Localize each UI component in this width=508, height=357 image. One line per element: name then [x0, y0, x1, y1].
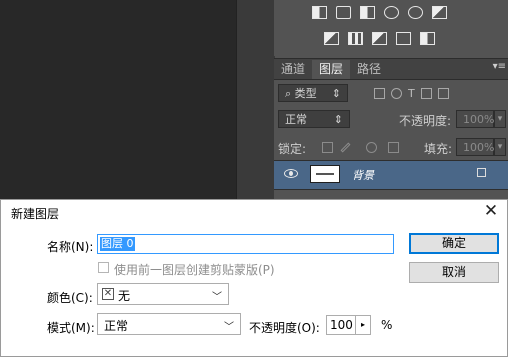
opacity-label: 不透明度(O):	[249, 321, 320, 335]
tab-paths[interactable]: 路径	[350, 60, 388, 79]
lock-all-icon[interactable]	[388, 142, 399, 153]
percent-sign: %	[381, 318, 393, 332]
layer-name[interactable]: 背景	[352, 167, 374, 183]
mode-label: 模式(M):	[47, 321, 95, 335]
opacity-value: 100	[330, 318, 353, 332]
lock-label: 锁定:	[278, 142, 307, 156]
posterize-icon[interactable]	[420, 32, 435, 45]
lock-row: 锁定: 填充: 100% ▾	[278, 138, 506, 157]
close-icon[interactable]: ✕	[481, 200, 501, 222]
photo-filter-icon[interactable]	[324, 32, 339, 45]
hue-saturation-icon[interactable]	[432, 6, 447, 19]
channel-mixer-icon[interactable]	[348, 32, 363, 45]
tab-channels[interactable]: 通道	[274, 60, 312, 79]
blend-mode-value: 正常	[285, 113, 307, 126]
mode-value: 正常	[104, 319, 129, 333]
opacity-input[interactable]: 100	[326, 315, 356, 335]
curves-icon[interactable]	[360, 6, 375, 19]
visibility-eye-icon[interactable]	[284, 169, 298, 178]
search-icon: ⌕	[285, 87, 292, 100]
lock-brush-icon[interactable]	[340, 142, 351, 153]
chevron-down-icon: ﹀	[212, 292, 222, 303]
exposure-icon[interactable]	[384, 6, 399, 19]
type-filter-icon[interactable]: T	[408, 87, 415, 100]
tab-layers[interactable]: 图层	[312, 60, 351, 79]
fill-field[interactable]: 100%	[456, 138, 494, 156]
clip-mask-checkbox[interactable]	[98, 262, 109, 273]
panel-tabs: 通道 图层 路径	[274, 59, 508, 80]
ok-button[interactable]: 确定	[409, 233, 499, 254]
brightness-contrast-icon[interactable]	[312, 6, 327, 19]
invert-icon[interactable]	[396, 32, 411, 45]
color-select[interactable]: ✕ 无 ﹀	[97, 283, 229, 305]
new-layer-dialog: 新建图层 ✕ 名称(N): 图层 0 使用前一图层创建剪贴蒙版(P) 颜色(C)…	[0, 199, 508, 357]
filter-kind-select[interactable]: ⌕ 类型 ⇕	[278, 84, 348, 102]
adjustment-filter-icon[interactable]	[391, 87, 402, 99]
smart-object-filter-icon[interactable]	[437, 87, 449, 99]
lock-icon	[477, 168, 486, 177]
lock-move-icon[interactable]	[366, 142, 377, 153]
no-color-icon: ✕	[102, 288, 114, 300]
shape-filter-icon[interactable]	[420, 87, 432, 99]
color-lookup-icon[interactable]	[372, 32, 387, 45]
adjustments-panel	[274, 0, 508, 56]
vibrance-icon[interactable]	[408, 6, 423, 19]
chevron-updown-icon: ⇕	[333, 113, 343, 126]
cancel-button[interactable]: 取消	[409, 262, 499, 283]
fill-label: 填充:	[424, 142, 453, 156]
opacity-label: 不透明度:	[399, 114, 452, 128]
name-label: 名称(N):	[47, 240, 94, 254]
chevron-down-icon: ﹀	[224, 322, 234, 333]
layer-thumbnail	[310, 165, 340, 183]
name-input[interactable]: 图层 0	[97, 234, 394, 254]
chevron-updown-icon: ⇕	[331, 87, 341, 100]
layer-filter-row: ⌕ 类型 ⇕ T	[278, 83, 449, 103]
name-value: 图层 0	[100, 237, 135, 251]
clip-mask-label: 使用前一图层创建剪贴蒙版(P)	[114, 263, 275, 277]
layer-row-background[interactable]: 背景	[274, 160, 508, 190]
blend-row: 正常 ⇕ 不透明度: 100% ▾	[278, 110, 506, 130]
filter-kind-value: 类型	[294, 87, 317, 100]
levels-icon[interactable]	[336, 6, 351, 19]
pixel-filter-icon[interactable]	[374, 87, 385, 99]
mode-select[interactable]: 正常 ﹀	[97, 313, 241, 335]
panel-menu-icon[interactable]: ▾≡	[493, 61, 506, 72]
blend-mode-select[interactable]: 正常 ⇕	[278, 110, 350, 128]
color-value: 无	[118, 289, 131, 303]
opacity-stepper-arrow[interactable]: ▸	[355, 315, 371, 335]
opacity-field[interactable]: 100%	[456, 110, 494, 128]
color-label: 颜色(C):	[47, 291, 93, 305]
chevron-down-icon[interactable]: ▾	[494, 138, 506, 156]
dialog-title: 新建图层	[11, 207, 60, 221]
lock-transparent-icon[interactable]	[322, 142, 333, 153]
chevron-down-icon[interactable]: ▾	[494, 110, 506, 128]
